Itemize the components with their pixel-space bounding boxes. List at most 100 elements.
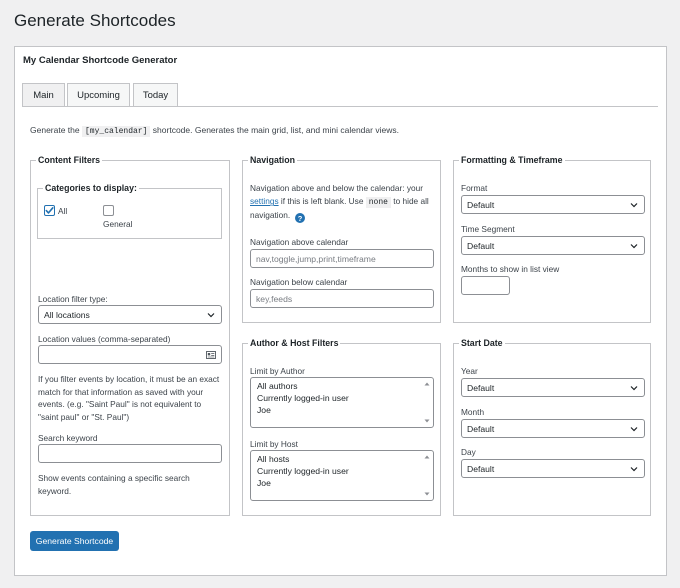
author-option[interactable]: Currently logged-in user (257, 393, 349, 403)
day-value: Default (467, 463, 495, 474)
tab-today-label: Today (142, 89, 169, 101)
category-general-checkbox[interactable] (103, 205, 114, 216)
location-help-line: "saint paul" or "St. Paul") (38, 411, 130, 422)
location-help-text: If you filter events by location, it mus… (38, 373, 228, 423)
navigation-none-code: none (365, 197, 391, 209)
navigation-above-label: Navigation above calendar (250, 237, 349, 247)
author-host-fieldset: Author & Host Filters Limit by Author Al… (242, 338, 441, 516)
contact-card-icon (206, 351, 216, 359)
navigation-below-label: Navigation below calendar (250, 277, 348, 287)
tab-main-label: Main (33, 89, 54, 101)
intro-after: shortcode. Generates the main grid, list… (152, 125, 399, 135)
host-option[interactable]: All hosts (257, 454, 289, 464)
time-segment-label: Time Segment (461, 224, 515, 234)
scroll-down-icon[interactable] (424, 491, 430, 497)
tabs-divider (22, 106, 658, 107)
navigation-desc-line3: navigation. (250, 210, 291, 221)
search-keyword-input[interactable] (38, 444, 222, 463)
location-type-label: Location filter type: (38, 294, 108, 304)
location-help-line: match for that information as saved with… (38, 386, 204, 397)
time-segment-select[interactable]: Default (461, 236, 645, 255)
category-all-checkbox[interactable] (44, 205, 55, 216)
author-label: Limit by Author (250, 366, 305, 376)
chevron-down-icon (207, 313, 215, 318)
location-type-select[interactable]: All locations (38, 305, 222, 324)
chevron-down-icon (630, 386, 638, 391)
start-date-legend: Start Date (459, 338, 505, 348)
day-select[interactable]: Default (461, 459, 645, 478)
panel-title: My Calendar Shortcode Generator (23, 55, 178, 66)
format-label: Format (461, 183, 488, 193)
formatting-fieldset: Formatting & Timeframe Format Default Ti… (453, 155, 651, 323)
checkmark-icon (45, 207, 54, 214)
search-keyword-label: Search keyword (38, 433, 98, 443)
host-listbox[interactable]: All hosts Currently logged-in user Joe (250, 450, 434, 501)
location-help-line: If you filter events by location, it mus… (38, 374, 220, 384)
shortcode-generator-panel: My Calendar Shortcode Generator Main Upc… (14, 46, 667, 576)
year-select[interactable]: Default (461, 378, 645, 397)
location-values-input[interactable] (38, 345, 222, 364)
year-label: Year (461, 366, 478, 376)
content-filters-legend: Content Filters (36, 155, 103, 165)
navigation-description: Navigation above and below the calendar:… (250, 182, 440, 223)
months-label: Months to show in list view (461, 264, 560, 274)
intro-shortcode: [my_calendar] (82, 126, 151, 137)
month-value: Default (467, 423, 495, 434)
intro-before: Generate the (30, 125, 80, 135)
host-option[interactable]: Joe (257, 478, 271, 488)
author-host-legend: Author & Host Filters (248, 338, 341, 348)
formatting-legend: Formatting & Timeframe (459, 155, 565, 165)
tab-main[interactable]: Main (22, 83, 65, 107)
navigation-above-placeholder: nav,toggle,jump,print,timeframe (256, 253, 376, 264)
chevron-down-icon (630, 244, 638, 249)
help-glyph: ? (297, 213, 303, 223)
chevron-down-icon (630, 203, 638, 208)
navigation-below-input[interactable]: key,feeds (250, 289, 434, 308)
month-select[interactable]: Default (461, 419, 645, 438)
location-values-label: Location values (comma-separated) (38, 334, 171, 344)
year-value: Default (467, 382, 495, 393)
tab-upcoming-label: Upcoming (77, 89, 120, 101)
category-all-label: All (58, 206, 68, 216)
navigation-desc-end: to hide all (390, 196, 429, 207)
navigation-desc-line: Navigation above and below the calendar:… (250, 183, 423, 193)
months-input[interactable] (461, 276, 510, 295)
month-label: Month (461, 407, 485, 417)
categories-legend: Categories to display: (43, 183, 139, 193)
scroll-up-icon[interactable] (424, 454, 430, 460)
author-option[interactable]: All authors (257, 381, 298, 391)
search-help-text: Show events containing a specific search… (38, 472, 228, 497)
start-date-fieldset: Start Date Year Default Month Default Da… (453, 338, 651, 516)
scroll-down-icon[interactable] (424, 418, 430, 424)
category-general-label: General (103, 219, 133, 229)
navigation-desc-mid: if this is left blank. Use (278, 196, 366, 207)
page-title: Generate Shortcodes (14, 11, 176, 30)
host-label: Limit by Host (250, 439, 298, 449)
chevron-down-icon (630, 427, 638, 432)
generate-shortcode-button[interactable]: Generate Shortcode (30, 531, 119, 551)
search-help-line: Show events containing a specific search (38, 473, 190, 483)
format-value: Default (467, 199, 495, 210)
author-option[interactable]: Joe (257, 405, 271, 415)
scroll-up-icon[interactable] (424, 381, 430, 387)
generate-shortcode-label: Generate Shortcode (35, 536, 114, 546)
navigation-desc-line: settings if this is left blank. Use none… (250, 195, 440, 209)
content-filters-fieldset: Content Filters Categories to display: A… (30, 155, 230, 516)
settings-link[interactable]: settings (250, 196, 279, 206)
chevron-down-icon (630, 467, 638, 472)
navigation-below-placeholder: key,feeds (256, 293, 293, 304)
location-help-line: events. (e.g. "Saint Paul" is not equiva… (38, 399, 202, 409)
host-option[interactable]: Currently logged-in user (257, 466, 349, 476)
author-listbox[interactable]: All authors Currently logged-in user Joe (250, 377, 434, 428)
intro-text: Generate the [my_calendar] shortcode. Ge… (30, 125, 399, 137)
navigation-fieldset: Navigation Navigation above and below th… (242, 155, 441, 323)
search-help-line: keyword. (38, 485, 72, 496)
tab-today[interactable]: Today (133, 83, 178, 107)
navigation-above-input[interactable]: nav,toggle,jump,print,timeframe (250, 249, 434, 268)
tab-upcoming[interactable]: Upcoming (67, 83, 130, 107)
help-icon[interactable]: ? (295, 213, 305, 223)
navigation-legend: Navigation (248, 155, 297, 165)
format-select[interactable]: Default (461, 195, 645, 214)
time-segment-value: Default (467, 240, 495, 251)
location-type-value: All locations (44, 309, 90, 320)
